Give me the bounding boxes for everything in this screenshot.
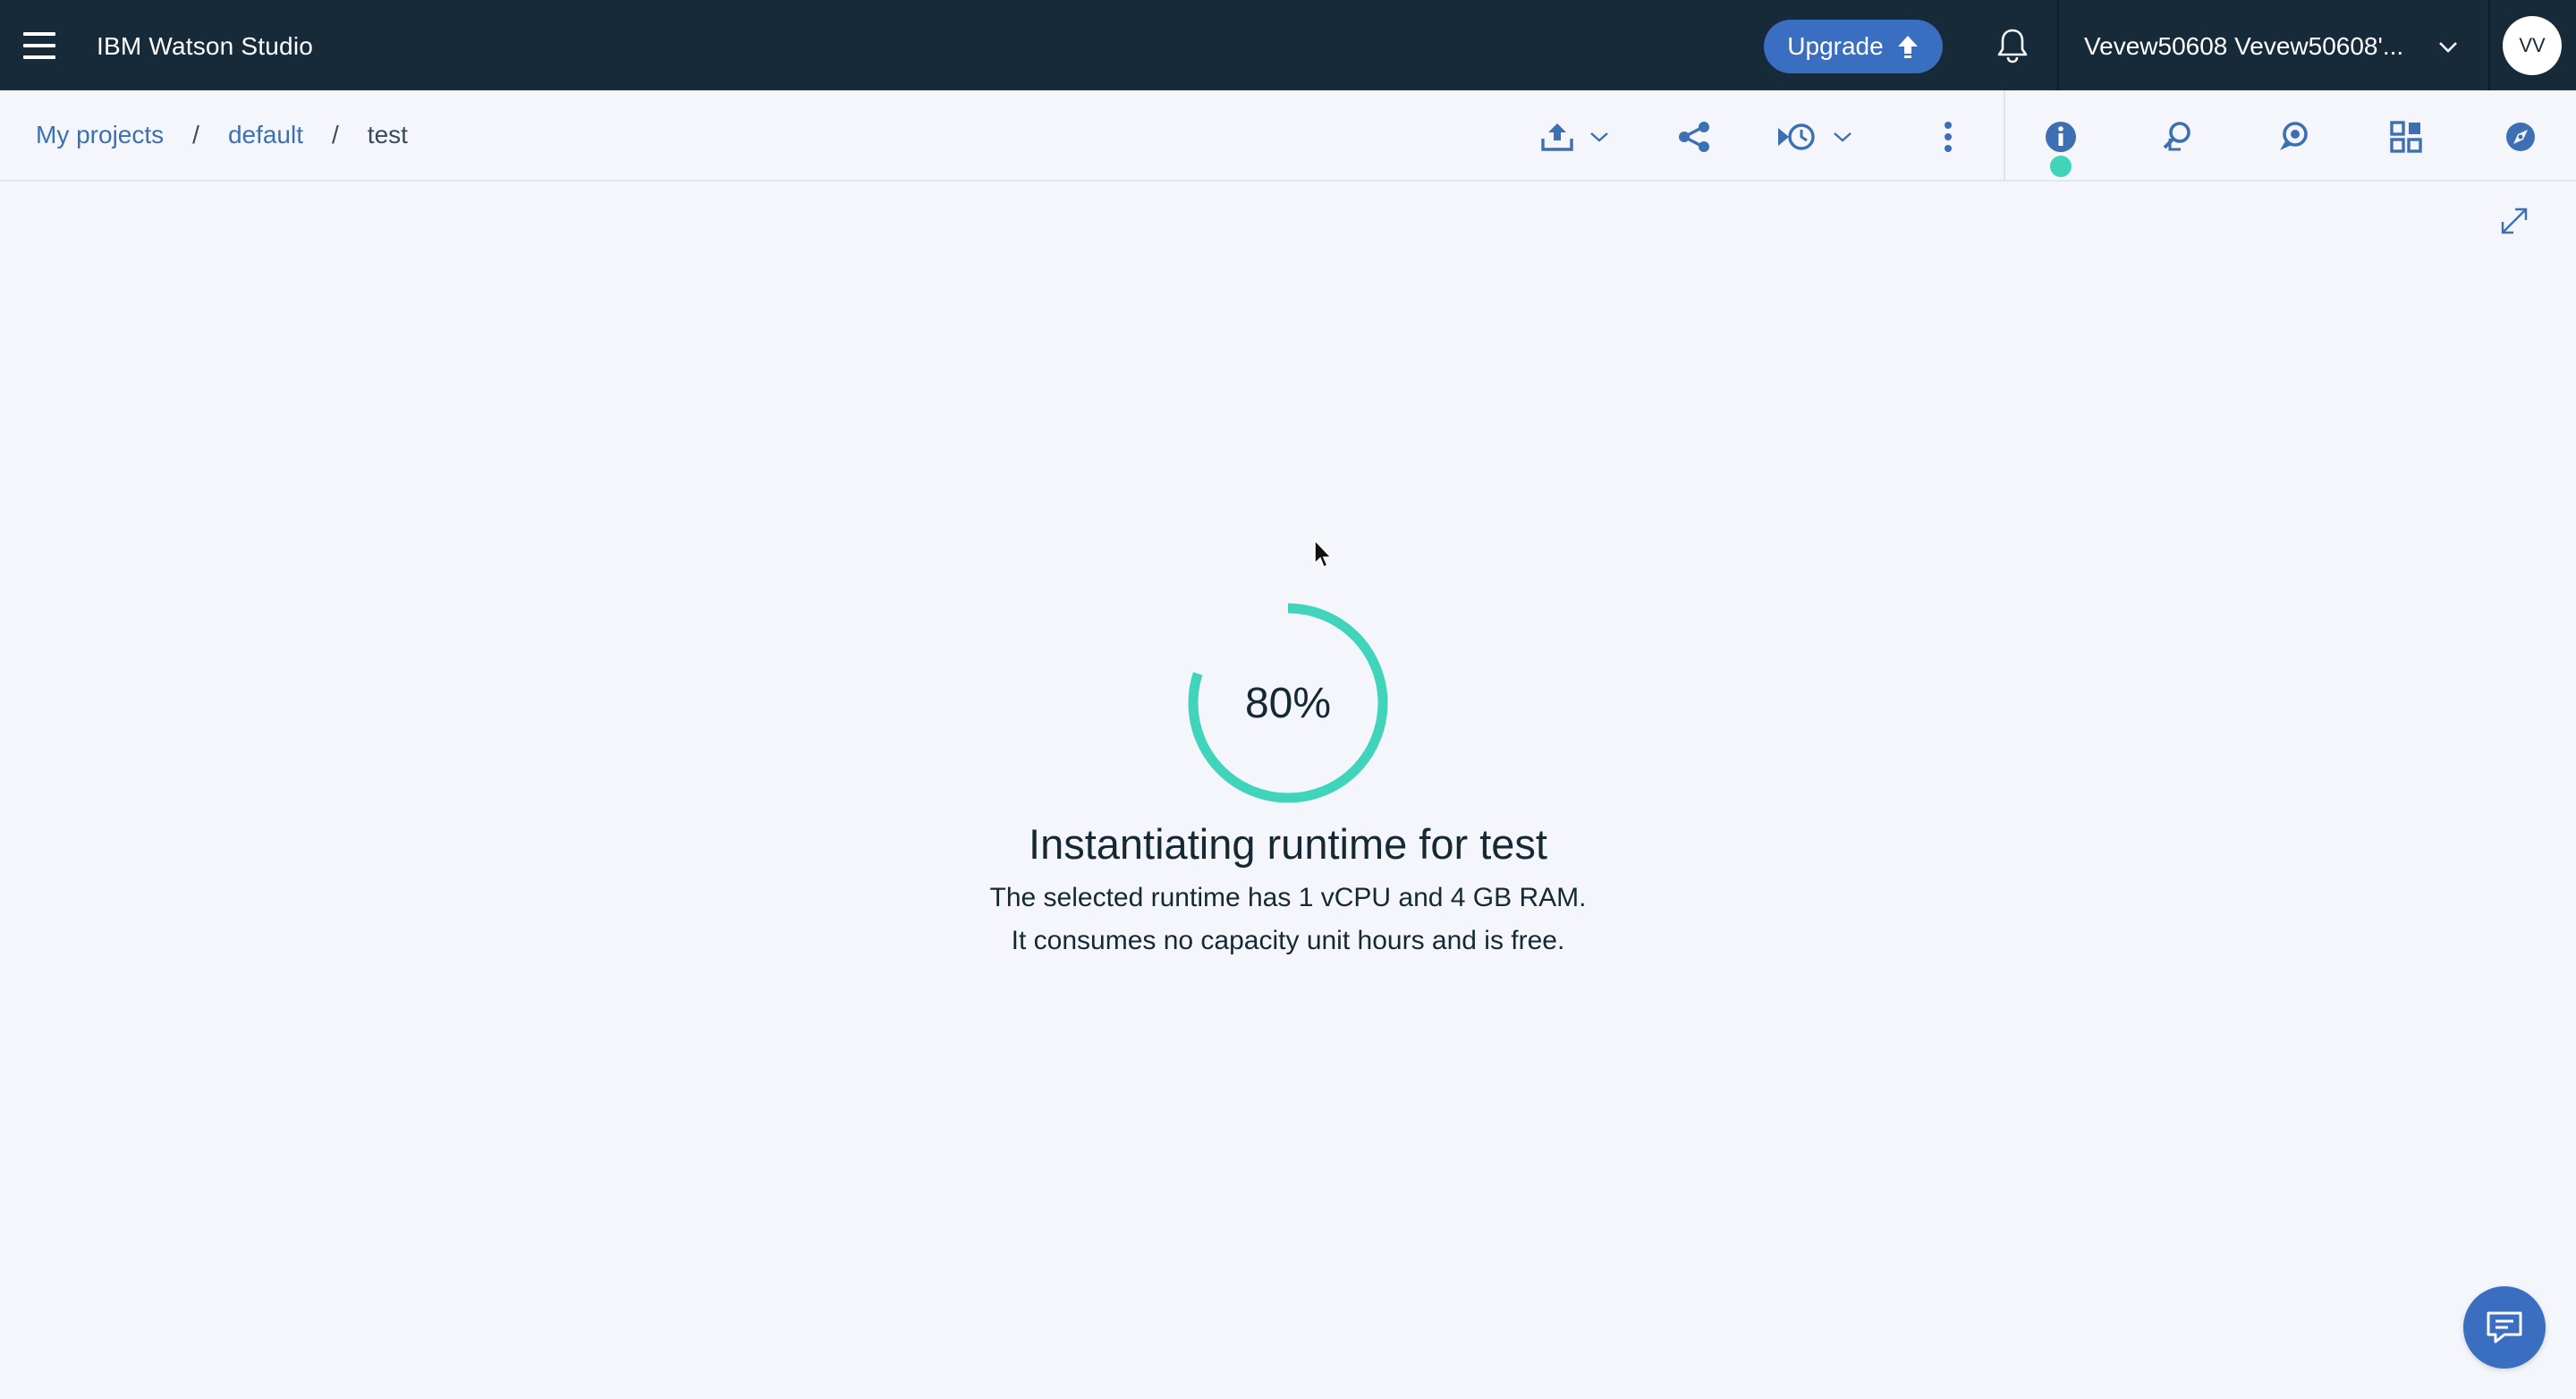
data-explorer-button[interactable] [2503,115,2538,158]
share-icon [1679,122,1709,152]
notifications-bell-icon[interactable] [1995,27,2030,64]
code-snippets-button[interactable] [2388,115,2424,158]
share-button[interactable] [1676,115,1712,158]
upgrade-button[interactable]: Upgrade [1764,20,1943,73]
find-replace-icon [2163,122,2190,151]
version-history-icon [1778,123,1815,150]
chat-button[interactable] [2463,1286,2546,1369]
find-replace-button[interactable] [2159,115,2195,158]
toolbar-divider [2004,90,2005,180]
runtime-progress-ring: 80% [1186,601,1390,805]
avatar[interactable]: VV [2503,16,2562,75]
info-panel-button[interactable] [2043,115,2079,158]
upload-icon [1541,123,1573,151]
hamburger-menu-icon[interactable] [23,32,55,59]
breadcrumb-current: test [367,121,408,148]
top-header: IBM Watson Studio Upgrade Vevew50608 Vev… [0,0,2576,90]
breadcrumb: My projects / default / test [36,119,408,151]
overflow-menu-icon [1945,122,1952,152]
account-switcher[interactable]: Vevew50608 Vevew50608'... [2084,30,2403,63]
upgrade-arrow-icon [1897,36,1918,58]
chat-icon [2487,1311,2522,1344]
breadcrumb-separator: / [332,121,339,148]
header-divider [2488,0,2490,90]
breadcrumb-my-projects[interactable]: My projects [36,119,164,151]
progress-percent: 80% [1244,679,1332,727]
overflow-menu-button[interactable] [1939,115,1957,158]
kernel-status-indicator [2050,156,2072,177]
info-icon [2046,122,2076,152]
expand-icon[interactable] [2497,204,2531,238]
app-title[interactable]: IBM Watson Studio [97,30,313,63]
version-history-button[interactable] [1776,115,1853,158]
loading-title: Instantiating runtime for test [1029,820,1547,868]
header-divider [2057,0,2059,90]
runtime-spec-text: The selected runtime has 1 vCPU and 4 GB… [989,883,1587,912]
upgrade-label: Upgrade [1787,32,1884,60]
comments-button[interactable] [2275,115,2311,158]
runtime-cost-text: It consumes no capacity unit hours and i… [1011,926,1565,955]
chevron-down-icon [1834,132,1852,142]
chevron-down-icon[interactable] [2436,38,2460,55]
code-snippets-icon [2390,121,2422,153]
breadcrumb-separator: / [192,121,199,148]
mouse-cursor [1313,538,1335,571]
export-button[interactable] [1540,115,1610,158]
breadcrumb-default[interactable]: default [228,119,303,151]
chevron-down-icon [1590,132,1608,142]
compass-icon [2506,123,2535,151]
project-toolbar: My projects / default / test [0,90,2576,182]
comments-icon [2280,122,2308,150]
